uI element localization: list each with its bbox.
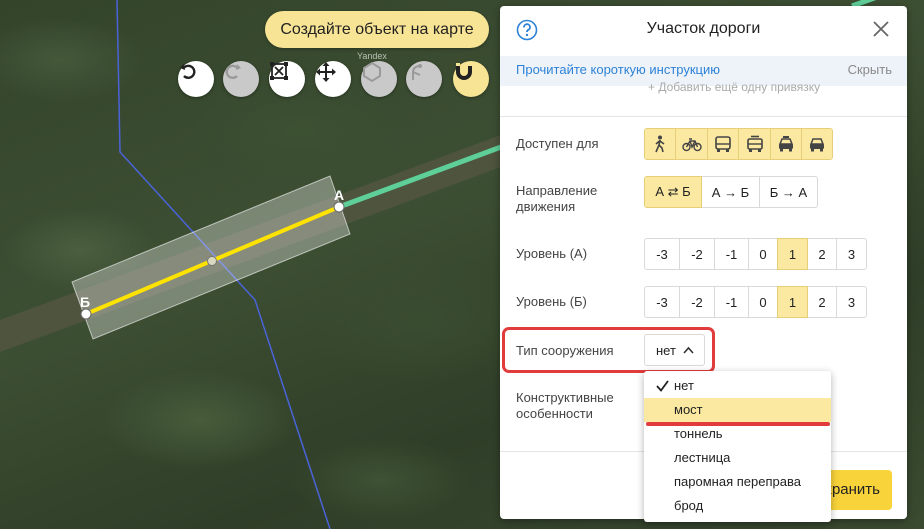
car-icon	[809, 138, 825, 152]
point-b-handle[interactable]	[80, 308, 92, 320]
point-a-label: А	[334, 187, 344, 203]
midpoint-handle[interactable]	[207, 256, 217, 266]
access-pedestrian[interactable]	[644, 128, 676, 160]
direction-label: Направление движения	[516, 183, 598, 214]
access-label: Доступен для	[516, 136, 599, 151]
level-b-option[interactable]: -2	[679, 286, 715, 318]
snap-button[interactable]	[453, 61, 489, 97]
bridge-option-underline	[646, 422, 830, 426]
structure-type-dropdown: нет мост тоннель лестница паромная переп…	[644, 371, 831, 522]
polygon-icon	[363, 61, 381, 83]
dropdown-option-none[interactable]: нет	[644, 374, 831, 398]
level-b-group: -3 -2 -1 0 1 2 3	[644, 286, 867, 318]
level-b-option[interactable]: -3	[644, 286, 680, 318]
section-divider	[500, 116, 907, 117]
bicycle-icon	[681, 138, 702, 152]
direction-a-to-b[interactable]: А → Б	[701, 176, 760, 208]
access-tram[interactable]	[738, 128, 771, 160]
close-icon[interactable]	[873, 21, 889, 37]
level-b-option[interactable]: 2	[807, 286, 837, 318]
taxi-icon	[778, 136, 794, 152]
level-b-option[interactable]: 3	[836, 286, 867, 318]
direction-both[interactable]: А ⇄ Б	[644, 176, 702, 208]
add-binding-link[interactable]: + Добавить ещё одну привязку	[648, 80, 820, 94]
bus-icon	[715, 136, 731, 152]
level-a-option[interactable]: 2	[807, 238, 837, 270]
structure-type-select[interactable]: нет	[644, 334, 705, 366]
level-a-option[interactable]: -2	[679, 238, 715, 270]
access-taxi[interactable]	[770, 128, 802, 160]
direction-b-to-a[interactable]: Б → А	[759, 176, 818, 208]
level-a-option[interactable]: -3	[644, 238, 680, 270]
point-a-handle[interactable]	[333, 201, 345, 213]
access-group	[644, 128, 833, 160]
redo-button[interactable]	[223, 61, 259, 97]
level-a-option[interactable]: 0	[748, 238, 778, 270]
direction-group: А ⇄ Б А → Б Б → А	[644, 176, 818, 208]
pedestrian-icon	[655, 135, 665, 153]
structure-type-label: Тип сооружения	[516, 343, 614, 358]
move-icon	[316, 62, 336, 82]
magnet-icon	[456, 63, 472, 80]
chevron-up-icon	[683, 346, 694, 354]
level-a-option[interactable]: 3	[836, 238, 867, 270]
branch-button[interactable]	[406, 61, 442, 97]
level-a-option[interactable]: -1	[714, 238, 749, 270]
constructive-label: Конструктивные особенности	[516, 390, 614, 421]
tram-icon	[746, 135, 763, 152]
level-a-option[interactable]: 1	[777, 238, 808, 270]
polygon-button[interactable]	[361, 61, 397, 97]
access-bus[interactable]	[707, 128, 739, 160]
level-a-group: -3 -2 -1 0 1 2 3	[644, 238, 867, 270]
level-b-option[interactable]: 0	[748, 286, 778, 318]
select-area-button[interactable]	[269, 61, 305, 97]
road-green-left	[338, 137, 521, 210]
undo-icon	[180, 64, 196, 79]
dropdown-option-stairs[interactable]: лестница	[644, 446, 831, 470]
create-object-hint[interactable]: Создайте объект на карте	[265, 11, 489, 48]
select-area-icon	[270, 62, 288, 80]
dropdown-option-ford[interactable]: брод	[644, 494, 831, 518]
panel-title: Участок дороги	[646, 20, 761, 37]
hide-instruction-button[interactable]: Скрыть	[848, 56, 892, 84]
point-b-label: Б	[80, 294, 90, 310]
checkmark-icon	[656, 380, 669, 392]
panel-header: Участок дороги	[500, 6, 907, 56]
undo-button[interactable]	[178, 61, 214, 97]
structure-type-value: нет	[656, 342, 676, 358]
level-b-option[interactable]: 1	[777, 286, 808, 318]
dropdown-option-ferry[interactable]: паромная переправа	[644, 470, 831, 494]
redo-icon	[225, 64, 241, 79]
level-a-label: Уровень (А)	[516, 246, 588, 261]
access-car[interactable]	[801, 128, 833, 160]
move-button[interactable]	[315, 61, 351, 97]
level-b-label: Уровень (Б)	[516, 294, 587, 309]
branch-icon	[412, 64, 422, 80]
level-b-option[interactable]: -1	[714, 286, 749, 318]
map-watermark: Yandex	[357, 51, 387, 61]
access-bicycle[interactable]	[675, 128, 708, 160]
dropdown-option-bridge[interactable]: мост	[644, 398, 831, 422]
